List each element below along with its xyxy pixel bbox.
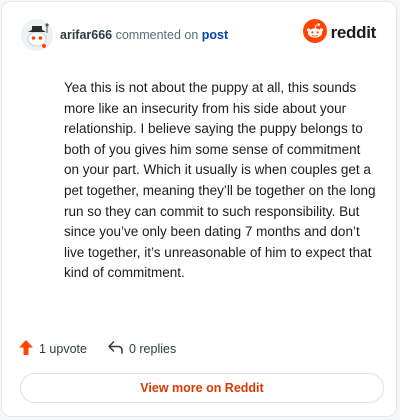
- author-name[interactable]: arifar666: [60, 28, 112, 42]
- comment-body: Yea this is not about the puppy at all, …: [64, 80, 376, 281]
- upvote-arrow-icon[interactable]: [18, 339, 39, 359]
- upvote-action[interactable]: 1 upvote: [18, 339, 87, 359]
- author-line: arifar666 commented on post: [60, 28, 228, 42]
- comment-actions: 1 upvote 0 replies: [18, 338, 196, 360]
- comment-header: arifar666 commented on post reddit: [18, 16, 380, 54]
- reply-count: 0 replies: [128, 342, 177, 356]
- upvote-count: 1 upvote: [39, 342, 87, 356]
- reddit-logo-icon: [302, 18, 327, 48]
- view-more-button[interactable]: View more on Reddit: [20, 373, 384, 403]
- post-link[interactable]: post: [202, 28, 228, 42]
- replies-action[interactable]: 0 replies: [107, 340, 176, 358]
- commented-on-text: commented on: [115, 28, 199, 42]
- reply-arrow-icon[interactable]: [107, 340, 129, 358]
- reddit-wordmark: reddit: [330, 23, 377, 42]
- embedded-comment-card: arifar666 commented on post reddit Yea t…: [1, 1, 397, 417]
- snoo-avatar-icon[interactable]: [20, 18, 54, 52]
- reddit-brand[interactable]: reddit: [302, 18, 377, 48]
